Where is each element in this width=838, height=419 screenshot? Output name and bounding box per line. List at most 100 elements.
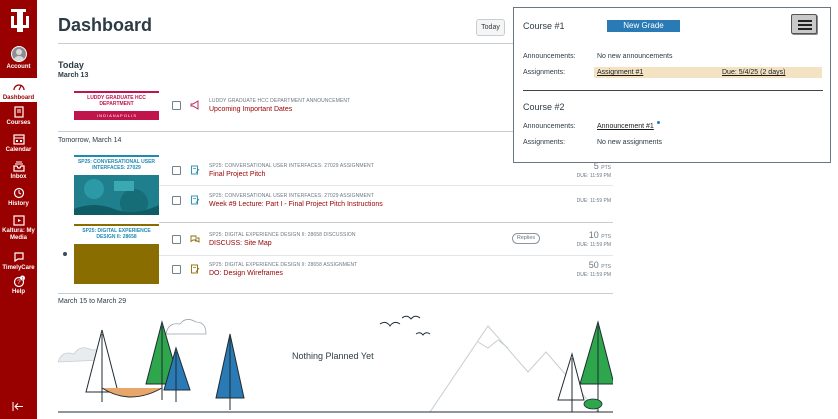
popup-course1-announcements-label: Announcements: bbox=[523, 53, 576, 60]
kaltura-icon bbox=[12, 215, 25, 226]
course-divider bbox=[159, 222, 613, 223]
nav-account[interactable]: Account bbox=[0, 46, 37, 72]
history-icon bbox=[13, 187, 24, 199]
popup-course1-title: Course #1 bbox=[523, 21, 565, 31]
hamburger-line bbox=[798, 28, 812, 30]
item-points: 10 PTS bbox=[589, 230, 611, 240]
popup-divider bbox=[523, 90, 823, 91]
nav-courses[interactable]: Courses bbox=[0, 106, 37, 127]
unread-dot bbox=[657, 121, 660, 124]
course-card-ded[interactable]: SP25: DIGITAL EXPERIENCE DESIGN II: 2865… bbox=[74, 224, 159, 284]
row-divider bbox=[159, 185, 613, 186]
today-button[interactable]: Today bbox=[476, 19, 505, 36]
popup-announcement-link[interactable]: Announcement #1 bbox=[597, 123, 654, 130]
global-nav: Account Dashboard Courses Calendar Inbox… bbox=[0, 0, 37, 419]
item-meta: SP25: CONVERSATIONAL USER INTERFACES: 27… bbox=[209, 193, 374, 199]
complete-checkbox[interactable] bbox=[172, 265, 181, 274]
item-title-link[interactable]: DO: Design Wireframes bbox=[209, 270, 283, 277]
day-date-today: March 13 bbox=[58, 72, 89, 79]
hamburger-menu-button[interactable] bbox=[791, 14, 817, 34]
assignment-icon bbox=[191, 195, 200, 205]
nav-history[interactable]: History bbox=[0, 187, 37, 208]
course-card-label: LUDDY GRADUATE HCC DEPARTMENT bbox=[87, 95, 146, 107]
page-title: Dashboard bbox=[58, 15, 153, 35]
nav-dashboard-label: Dashboard bbox=[2, 95, 35, 101]
course-card-sub: I N D I A N A P O L I S bbox=[74, 111, 159, 120]
popup-course2-assignments-value: No new assignments bbox=[597, 139, 662, 146]
course-summary-popup: Course #1 New Grade Announcements: No ne… bbox=[513, 7, 831, 163]
planner-item[interactable]: SP25: DIGITAL EXPERIENCE DESIGN II: 2865… bbox=[159, 226, 613, 254]
replies-badge[interactable]: Replies bbox=[512, 233, 540, 244]
course-card-label: SP25: CONVERSATIONAL USER INTERFACES: 27… bbox=[77, 159, 156, 171]
nav-account-label: Account bbox=[6, 64, 31, 70]
nav-timelycare-label: TimelyCare bbox=[2, 265, 35, 271]
item-due: DUE: 11:59 PM bbox=[576, 198, 611, 204]
item-title-link[interactable]: Week #9 Lecture: Part I - Final Project … bbox=[209, 201, 383, 208]
iu-logo-icon[interactable] bbox=[7, 6, 30, 36]
dashboard-icon bbox=[12, 84, 25, 91]
item-points-unit: PTS bbox=[601, 234, 611, 240]
nav-courses-label: Courses bbox=[6, 120, 31, 126]
nav-help[interactable]: ? 1 Help bbox=[0, 275, 37, 296]
complete-checkbox[interactable] bbox=[172, 101, 181, 110]
popup-course1-announcements-value: No new announcements bbox=[597, 53, 673, 60]
empty-state-message: Nothing Planned Yet bbox=[292, 351, 374, 361]
assignment-icon bbox=[191, 165, 200, 175]
item-points: 50 PTS bbox=[589, 260, 611, 270]
item-points-unit: PTS bbox=[601, 165, 611, 171]
hamburger-line bbox=[798, 24, 812, 26]
item-points-value: 10 bbox=[588, 230, 599, 240]
collapse-nav-button[interactable] bbox=[12, 402, 24, 414]
nav-dashboard[interactable]: Dashboard bbox=[0, 78, 37, 102]
hamburger-menu-icon bbox=[798, 20, 812, 22]
popup-assignment-due[interactable]: Due: 5/4/25 (2 days) bbox=[722, 69, 785, 76]
course-card-color-block bbox=[74, 244, 159, 284]
popup-course2-title: Course #2 bbox=[523, 102, 565, 112]
courses-icon bbox=[13, 106, 24, 118]
popup-course2-announcements-label: Announcements: bbox=[523, 123, 576, 130]
nav-calendar-label: Calendar bbox=[5, 147, 32, 153]
item-title-link[interactable]: DISCUSS: Site Map bbox=[209, 240, 272, 247]
item-points-value: 50 bbox=[588, 260, 599, 270]
day-heading-today: Today bbox=[58, 60, 84, 70]
nav-timelycare[interactable]: TimelyCare bbox=[0, 251, 37, 272]
account-avatar bbox=[10, 46, 27, 62]
course-card-cui[interactable]: SP25: CONVERSATIONAL USER INTERFACES: 27… bbox=[74, 155, 159, 215]
complete-checkbox[interactable] bbox=[172, 196, 181, 205]
timelycare-icon bbox=[13, 252, 24, 263]
item-due: DUE: 11:59 PM bbox=[576, 173, 611, 179]
item-meta: SP25: DIGITAL EXPERIENCE DESIGN II: 2865… bbox=[209, 232, 356, 238]
item-title-link[interactable]: Final Project Pitch bbox=[209, 171, 265, 178]
announcement-icon bbox=[190, 100, 199, 110]
complete-checkbox[interactable] bbox=[172, 235, 181, 244]
nav-history-label: History bbox=[8, 201, 29, 207]
popup-assignment-link[interactable]: Assignment #1 bbox=[597, 69, 643, 76]
item-meta: SP25: DIGITAL EXPERIENCE DESIGN II: 2865… bbox=[209, 262, 358, 268]
nav-help-label: Help bbox=[11, 289, 25, 295]
planner-item[interactable]: SP25: DIGITAL EXPERIENCE DESIGN II: 2865… bbox=[159, 256, 613, 284]
discussion-icon bbox=[190, 235, 200, 243]
item-meta: SP25: CONVERSATIONAL USER INTERFACES: 27… bbox=[209, 163, 374, 169]
assignment-icon bbox=[191, 264, 200, 274]
nav-kaltura-label: Kaltura: My Media bbox=[2, 228, 35, 241]
day-heading-range: March 15 to March 29 bbox=[58, 298, 127, 305]
course-card-label: SP25: DIGITAL EXPERIENCE DESIGN II: 2865… bbox=[82, 228, 151, 240]
svg-text:?: ? bbox=[17, 280, 21, 286]
course-card-luddy[interactable]: LUDDY GRADUATE HCC DEPARTMENT I N D I A … bbox=[74, 91, 159, 120]
day-heading-tomorrow: Tomorrow, March 14 bbox=[58, 137, 122, 144]
day-divider bbox=[58, 293, 613, 294]
calendar-icon bbox=[12, 134, 25, 145]
item-points-unit: PTS bbox=[601, 264, 611, 270]
nav-calendar[interactable]: Calendar bbox=[0, 133, 37, 154]
item-due: DUE: 11:59 PM bbox=[576, 272, 611, 278]
item-title-link[interactable]: Upcoming Important Dates bbox=[209, 106, 292, 113]
popup-course1-assignments-label: Assignments: bbox=[523, 69, 566, 76]
planner-item[interactable]: SP25: CONVERSATIONAL USER INTERFACES: 27… bbox=[159, 187, 613, 215]
nav-inbox-label: Inbox bbox=[10, 174, 27, 180]
new-grade-button[interactable]: New Grade bbox=[607, 20, 680, 32]
nothing-planned-illustration bbox=[58, 315, 613, 413]
nav-kaltura[interactable]: Kaltura: My Media bbox=[0, 214, 37, 242]
nav-inbox[interactable]: Inbox bbox=[0, 160, 37, 181]
complete-checkbox[interactable] bbox=[172, 166, 181, 175]
item-due: DUE: 11:59 PM bbox=[576, 242, 611, 248]
